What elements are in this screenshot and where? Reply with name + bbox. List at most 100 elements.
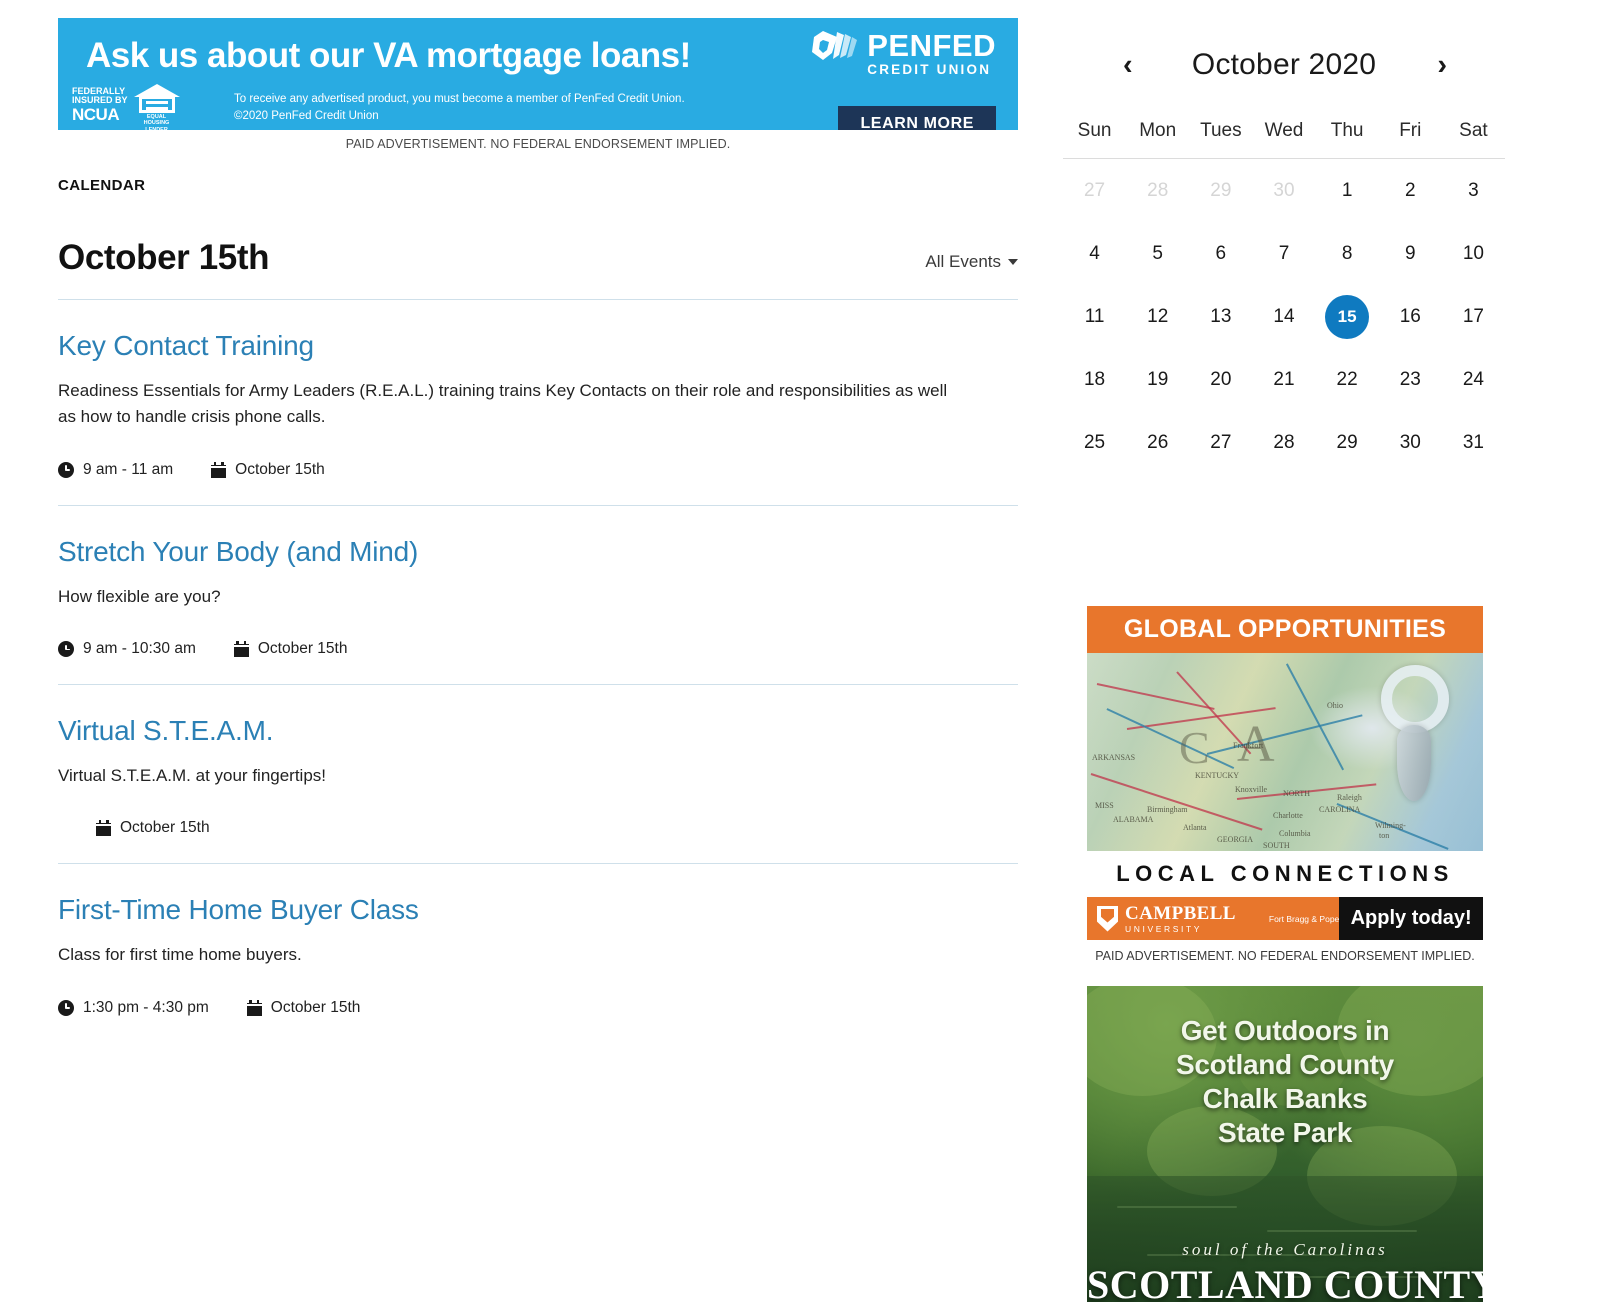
map-pin-body-icon <box>1397 725 1431 801</box>
calendar-day-cell[interactable]: 11 <box>1063 285 1126 348</box>
ncua-line-3: NCUA <box>72 104 120 124</box>
event-date-text: October 15th <box>120 819 210 837</box>
ncua-logo-block: FEDERALLY INSURED BY NCUA EQUAL HOUSING … <box>72 84 180 130</box>
calendar-weekday: Sun <box>1077 120 1112 141</box>
calendar-page: Ask us about our VA mortgage loans! FEDE… <box>0 0 1600 1302</box>
calendar-day-cell[interactable]: 29 <box>1189 159 1252 222</box>
calendar-icon <box>246 999 262 1016</box>
event-title-link[interactable]: First-Time Home Buyer Class <box>58 894 1018 926</box>
event-date: October 15th <box>233 640 347 658</box>
calendar-day-cell[interactable]: 13 <box>1189 285 1252 348</box>
calendar-day-cell[interactable]: 16 <box>1379 285 1442 348</box>
campbell-university-ad[interactable]: GLOBAL OPPORTUNITIES C A MISS ALABAMA At… <box>1087 606 1483 940</box>
event-date: October 15th <box>246 999 360 1017</box>
event-time: 9 am - 11 am <box>58 461 173 479</box>
clock-icon <box>58 641 74 658</box>
event-description: How flexible are you? <box>58 586 221 606</box>
calendar-grid: Sun Mon Tues Wed Thu Fri Sat 27 28 29 30… <box>1063 102 1505 474</box>
calendar-day-cell[interactable]: 9 <box>1379 222 1442 285</box>
calendar-day-cell[interactable]: 17 <box>1442 285 1505 348</box>
calendar-day-cell[interactable]: 19 <box>1126 348 1189 411</box>
calendar-day-cell[interactable]: 26 <box>1126 411 1189 474</box>
calendar-day-cell[interactable]: 12 <box>1126 285 1189 348</box>
event-date: October 15th <box>211 461 325 479</box>
calendar-day-cell[interactable]: 31 <box>1442 411 1505 474</box>
event-time-text: 9 am - 11 am <box>83 460 174 478</box>
chevron-left-icon[interactable]: ‹ <box>1123 50 1133 80</box>
calendar-day-cell[interactable]: 27 <box>1063 159 1126 222</box>
calendar-day-cell[interactable]: 23 <box>1379 348 1442 411</box>
campbell-brand-sub: Fort Bragg & Pope <box>1268 913 1340 924</box>
calendar-week-row: 25 26 27 28 29 30 31 <box>1063 411 1505 474</box>
equal-housing-lender-icon: EQUAL HOUSING LENDER <box>133 84 180 130</box>
event-time-text: 1:30 pm - 4:30 pm <box>83 998 209 1016</box>
campbell-ad-block: GLOBAL OPPORTUNITIES C A MISS ALABAMA At… <box>1087 606 1483 964</box>
event-date-text: October 15th <box>235 460 325 478</box>
scotland-headline-2: Scotland County <box>1176 1049 1394 1081</box>
campbell-ad-top-banner: GLOBAL OPPORTUNITIES <box>1087 606 1483 653</box>
calendar-week-row: 4 5 6 7 8 9 10 <box>1063 222 1505 285</box>
calendar-weekday: Mon <box>1139 120 1177 141</box>
calendar-day-cell[interactable]: 25 <box>1063 411 1126 474</box>
page-title: October 15th <box>58 238 270 277</box>
calendar-day-cell[interactable]: 10 <box>1442 222 1505 285</box>
calendar-day-cell[interactable]: 30 <box>1252 159 1315 222</box>
calendar-day-cell[interactable]: 21 <box>1252 348 1315 411</box>
all-events-filter-label: All Events <box>925 252 1001 271</box>
learn-more-button[interactable]: LEARN MORE <box>838 106 996 130</box>
event-description: Readiness Essentials for Army Leaders (R… <box>58 381 948 427</box>
all-events-filter-dropdown[interactable]: All Events <box>925 252 1018 278</box>
event-title-link[interactable]: Key Contact Training <box>58 330 1018 362</box>
event-meta: 9 am - 10:30 am October 15th <box>58 640 1018 658</box>
event-description: Class for first time home buyers. <box>58 945 302 965</box>
penfed-pentagon-icon <box>812 31 858 60</box>
campbell-brand-line-2: UNIVERSITY <box>1125 923 1203 934</box>
calendar-day-cell[interactable]: 18 <box>1063 348 1126 411</box>
clock-icon <box>58 461 74 478</box>
calendar-day-cell[interactable]: 5 <box>1126 222 1189 285</box>
penfed-banner-ad[interactable]: Ask us about our VA mortgage loans! FEDE… <box>58 18 1018 130</box>
event-meta: October 15th <box>58 819 1018 837</box>
campbell-brand-name: CAMPBELL UNIVERSITY <box>1125 904 1236 934</box>
event-description: Virtual S.T.E.A.M. at your fingertips! <box>58 766 327 786</box>
ncua-text: FEDERALLY INSURED BY NCUA <box>72 86 128 124</box>
calendar-day-cell[interactable]: 3 <box>1442 159 1505 222</box>
calendar-day-cell-selected[interactable]: 15 <box>1316 285 1379 348</box>
campbell-ad-footer: CAMPBELL UNIVERSITY Fort Bragg & Pope Ap… <box>1087 897 1483 940</box>
event-title-link[interactable]: Virtual S.T.E.A.M. <box>58 715 1018 747</box>
campbell-ad-disclaimer: PAID ADVERTISEMENT. NO FEDERAL ENDORSEME… <box>1095 949 1475 963</box>
calendar-day-cell[interactable]: 14 <box>1252 285 1315 348</box>
event-item: Stretch Your Body (and Mind) How flexibl… <box>58 504 1018 684</box>
scotland-headline-4: State Park <box>1218 1117 1352 1149</box>
event-title-link[interactable]: Stretch Your Body (and Mind) <box>58 536 1018 568</box>
calendar-day-cell[interactable]: 2 <box>1379 159 1442 222</box>
calendar-day-cell[interactable]: 30 <box>1379 411 1442 474</box>
calendar-day-cell[interactable]: 8 <box>1316 222 1379 285</box>
penfed-logo: PENFED CREDIT UNION <box>807 28 996 78</box>
scotland-headline-1: Get Outdoors in <box>1180 1015 1390 1046</box>
calendar-day-cell[interactable]: 20 <box>1189 348 1252 411</box>
calendar-day-cell[interactable]: 1 <box>1316 159 1379 222</box>
scotland-ad-headline: Get Outdoors in Scotland County Chalk Ba… <box>1087 1014 1483 1151</box>
calendar-icon <box>96 820 111 837</box>
calendar-day-cell[interactable]: 29 <box>1316 411 1379 474</box>
calendar-day-cell[interactable]: 6 <box>1189 222 1252 285</box>
calendar-day-cell[interactable]: 28 <box>1126 159 1189 222</box>
calendar-day-cell[interactable]: 24 <box>1442 348 1505 411</box>
penfed-brand-line-2: CREDIT UNION <box>867 61 992 77</box>
chevron-right-icon[interactable]: › <box>1437 50 1447 80</box>
calendar-month-label: October 2020 <box>1191 48 1377 81</box>
calendar-day-cell[interactable]: 4 <box>1063 222 1126 285</box>
calendar-day-cell[interactable]: 22 <box>1316 348 1379 411</box>
calendar-weekday: Sat <box>1459 120 1488 141</box>
scotland-headline-3: Chalk Banks <box>1202 1083 1368 1115</box>
scotland-county-ad[interactable]: Get Outdoors in Scotland County Chalk Ba… <box>1087 986 1483 1302</box>
campbell-apply-label: Apply today! <box>1350 907 1472 929</box>
calendar-day-cell[interactable]: 27 <box>1189 411 1252 474</box>
penfed-fineprint-line-2: ©2020 PenFed Credit Union <box>234 110 379 123</box>
event-time-text: 9 am - 10:30 am <box>83 640 196 658</box>
ehl-caption-1: EQUAL HOUSING <box>143 114 170 127</box>
campbell-apply-button[interactable]: Apply today! <box>1339 897 1483 940</box>
calendar-day-cell[interactable]: 7 <box>1252 222 1315 285</box>
calendar-day-cell[interactable]: 28 <box>1252 411 1315 474</box>
